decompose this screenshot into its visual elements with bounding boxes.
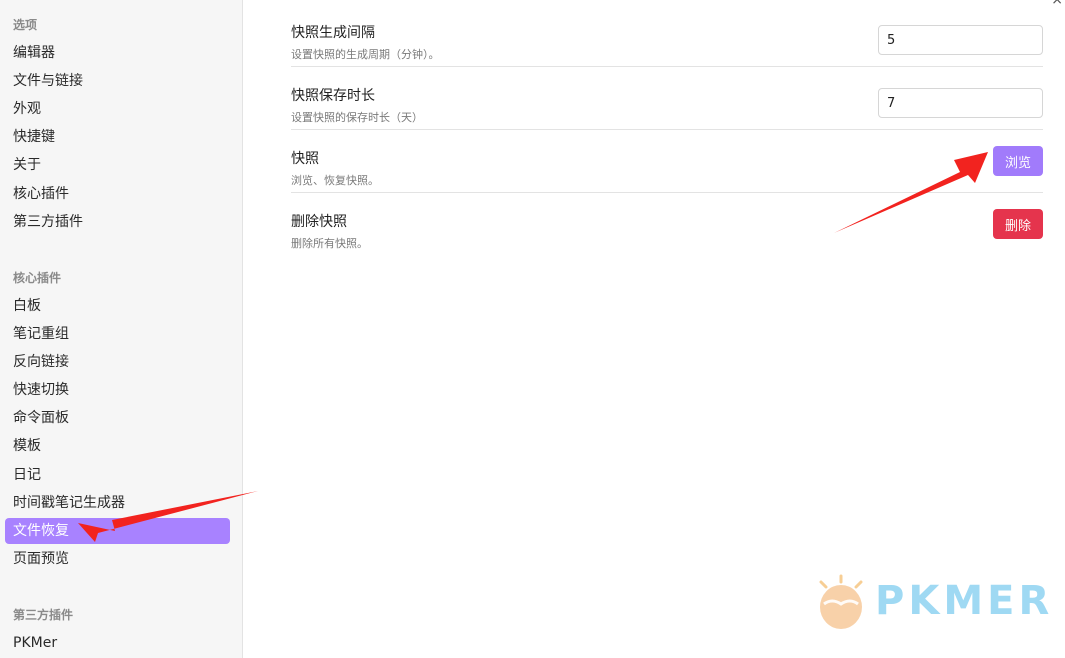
- sidebar-item-editor[interactable]: 编辑器: [5, 40, 230, 66]
- settings-sidebar: 选项 编辑器 文件与链接 外观 快捷键 关于 核心插件 第三方插件 核心插件 白…: [0, 0, 243, 658]
- setting-snapshot-retention: 快照保存时长 设置快照的保存时长（天）: [291, 67, 1043, 130]
- setting-description: 设置快照的保存时长（天）: [291, 111, 423, 124]
- setting-delete-snapshots: 删除快照 删除所有快照。 删除: [291, 193, 1043, 256]
- setting-description: 浏览、恢复快照。: [291, 174, 379, 187]
- sidebar-item-note-composer[interactable]: 笔记重组: [5, 321, 230, 347]
- section-title-options: 选项: [13, 18, 38, 32]
- sidebar-item-command-palette[interactable]: 命令面板: [5, 405, 230, 431]
- sidebar-item-core-plugins[interactable]: 核心插件: [5, 181, 230, 207]
- sidebar-item-quick-switcher[interactable]: 快速切换: [5, 377, 230, 403]
- setting-snapshots: 快照 浏览、恢复快照。 浏览: [291, 130, 1043, 193]
- section-title-core-plugins: 核心插件: [13, 271, 62, 285]
- setting-description: 设置快照的生成周期（分钟）。: [291, 48, 440, 61]
- sidebar-item-appearance[interactable]: 外观: [5, 96, 230, 122]
- pkmer-logo-icon: [819, 574, 863, 629]
- setting-name: 快照: [291, 151, 319, 167]
- watermark-text: PKMER: [875, 578, 1054, 624]
- delete-snapshots-button[interactable]: 删除: [993, 209, 1043, 239]
- sidebar-item-unique-note-creator[interactable]: 时间戳笔记生成器: [5, 490, 230, 516]
- close-icon[interactable]: ×: [1051, 0, 1063, 8]
- sidebar-item-canvas[interactable]: 白板: [5, 293, 230, 319]
- sidebar-item-pkmer[interactable]: PKMer: [5, 630, 230, 656]
- sidebar-item-backlinks[interactable]: 反向链接: [5, 349, 230, 375]
- pkmer-watermark: PKMER: [812, 574, 1052, 634]
- setting-name: 快照保存时长: [291, 88, 375, 104]
- setting-name: 快照生成间隔: [291, 25, 375, 41]
- sidebar-item-daily-notes[interactable]: 日记: [5, 462, 230, 488]
- snapshot-retention-input[interactable]: [878, 88, 1043, 118]
- sidebar-item-hotkeys[interactable]: 快捷键: [5, 124, 230, 150]
- settings-content: × 快照生成间隔 设置快照的生成周期（分钟）。 快照保存时长 设置快照的保存时长…: [243, 0, 1065, 658]
- settings-window: 选项 编辑器 文件与链接 外观 快捷键 关于 核心插件 第三方插件 核心插件 白…: [0, 0, 1065, 658]
- setting-snapshot-interval: 快照生成间隔 设置快照的生成周期（分钟）。: [291, 4, 1043, 67]
- sidebar-item-about[interactable]: 关于: [5, 152, 230, 178]
- snapshot-interval-input[interactable]: [878, 25, 1043, 55]
- browse-snapshots-button[interactable]: 浏览: [993, 146, 1043, 176]
- setting-description: 删除所有快照。: [291, 237, 368, 250]
- sidebar-item-community-plugins[interactable]: 第三方插件: [5, 209, 230, 235]
- section-title-community-plugins: 第三方插件: [13, 608, 74, 622]
- sidebar-item-file-recovery[interactable]: 文件恢复: [5, 518, 230, 544]
- sidebar-item-templates[interactable]: 模板: [5, 433, 230, 459]
- setting-name: 删除快照: [291, 214, 347, 230]
- sidebar-item-page-preview[interactable]: 页面预览: [5, 546, 230, 572]
- sidebar-item-files-links[interactable]: 文件与链接: [5, 68, 230, 94]
